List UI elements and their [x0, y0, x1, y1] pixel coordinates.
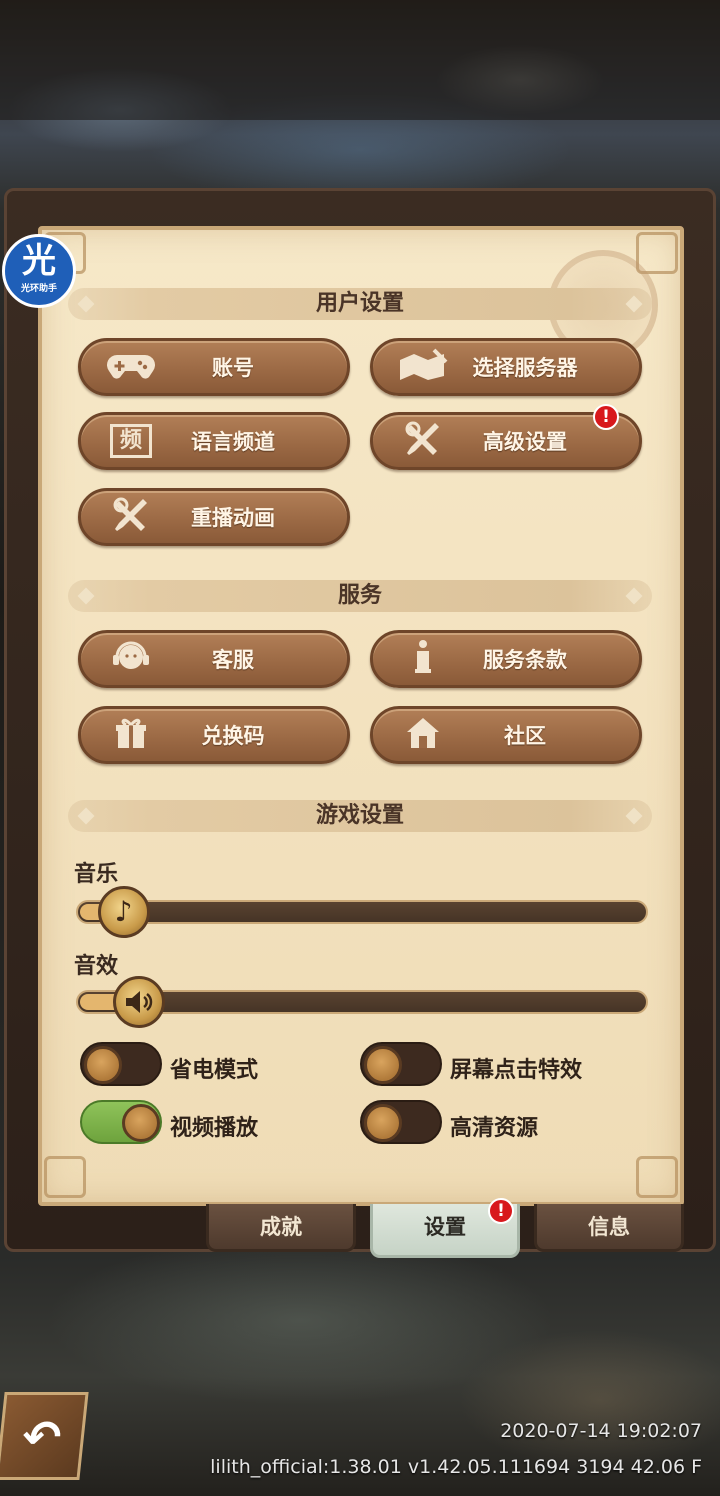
diamond-ornament — [625, 587, 643, 605]
section-header-service: 服务 — [68, 580, 652, 612]
tap-effect-label: 屏幕点击特效 — [450, 1058, 583, 1083]
channel-icon: 频 — [103, 424, 159, 458]
toggle-knob — [364, 1104, 402, 1142]
button-label: 高级设置 — [483, 430, 567, 454]
version-info: lilith_official:1.38.01 v1.42.05.111694 … — [210, 1456, 702, 1478]
tab-achievements[interactable]: 成就 — [206, 1204, 356, 1252]
sfx-slider-knob[interactable] — [112, 976, 165, 1028]
button-label: 选择服务器 — [472, 356, 578, 380]
logo-subtitle: 光环助手 — [20, 284, 57, 294]
corner-ornament — [44, 1156, 86, 1198]
community-button[interactable]: 社区 — [370, 706, 642, 764]
diamond-ornament — [77, 807, 95, 825]
video-playback-toggle[interactable] — [80, 1100, 162, 1144]
tap-effect-toggle[interactable] — [360, 1042, 442, 1086]
toggle-knob — [122, 1104, 160, 1142]
video-playback-label: 视频播放 — [170, 1116, 259, 1141]
support-icon — [103, 639, 159, 680]
diamond-ornament — [625, 807, 643, 825]
guanghuan-logo: 光 光环助手 — [2, 234, 76, 308]
power-saving-toggle[interactable] — [80, 1042, 162, 1086]
timestamp: 2020-07-14 19:02:07 — [500, 1420, 702, 1442]
language-channel-button[interactable]: 频 语言频道 — [78, 412, 350, 470]
gamepad-icon — [103, 349, 159, 386]
logo-glyph: 光 — [22, 241, 56, 281]
button-label: 兑换码 — [201, 724, 265, 748]
diamond-ornament — [77, 295, 95, 313]
select-server-button[interactable]: 选择服务器 — [370, 338, 642, 396]
back-arrow-icon: ↶ — [19, 1410, 64, 1464]
home-icon — [395, 716, 451, 755]
hd-resources-toggle[interactable] — [360, 1100, 442, 1144]
music-slider-knob[interactable]: ♪ — [97, 886, 150, 938]
section-header-user-settings: 用户设置 — [68, 288, 652, 320]
replay-animation-button[interactable]: 重播动画 — [78, 488, 350, 546]
section-title: 用户设置 — [315, 291, 404, 316]
button-label: 客服 — [212, 648, 254, 672]
gift-icon — [103, 716, 159, 755]
notification-badge: ! — [488, 1198, 514, 1224]
diamond-ornament — [625, 295, 643, 313]
tools-icon — [103, 497, 159, 538]
button-label: 重播动画 — [191, 506, 275, 530]
back-button[interactable]: ↶ — [0, 1392, 89, 1480]
customer-service-button[interactable]: 客服 — [78, 630, 350, 688]
power-saving-label: 省电模式 — [170, 1058, 259, 1083]
sfx-label: 音效 — [74, 954, 119, 979]
toggle-knob — [364, 1046, 402, 1084]
section-title: 游戏设置 — [315, 803, 404, 828]
section-header-game-settings: 游戏设置 — [68, 800, 652, 832]
toggle-knob — [84, 1046, 122, 1084]
tab-info[interactable]: 信息 — [534, 1204, 684, 1252]
section-title: 服务 — [337, 583, 382, 608]
terms-of-service-button[interactable]: 服务条款 — [370, 630, 642, 688]
channel-glyph: 频 — [110, 424, 152, 458]
hd-resources-label: 高清资源 — [450, 1116, 539, 1141]
button-label: 语言频道 — [191, 430, 275, 454]
tools-icon — [395, 421, 451, 462]
corner-ornament — [636, 1156, 678, 1198]
map-icon — [395, 348, 451, 387]
blurred-top-bar — [0, 0, 720, 120]
info-icon — [395, 639, 451, 680]
notification-badge: ! — [593, 404, 619, 430]
music-slider[interactable] — [76, 900, 648, 924]
button-label: 服务条款 — [483, 648, 567, 672]
speaker-icon — [124, 989, 154, 1022]
diamond-ornament — [77, 587, 95, 605]
button-label: 账号 — [212, 356, 254, 380]
account-button[interactable]: 账号 — [78, 338, 350, 396]
redeem-code-button[interactable]: 兑换码 — [78, 706, 350, 764]
button-label: 社区 — [504, 724, 546, 748]
music-label: 音乐 — [74, 862, 119, 887]
